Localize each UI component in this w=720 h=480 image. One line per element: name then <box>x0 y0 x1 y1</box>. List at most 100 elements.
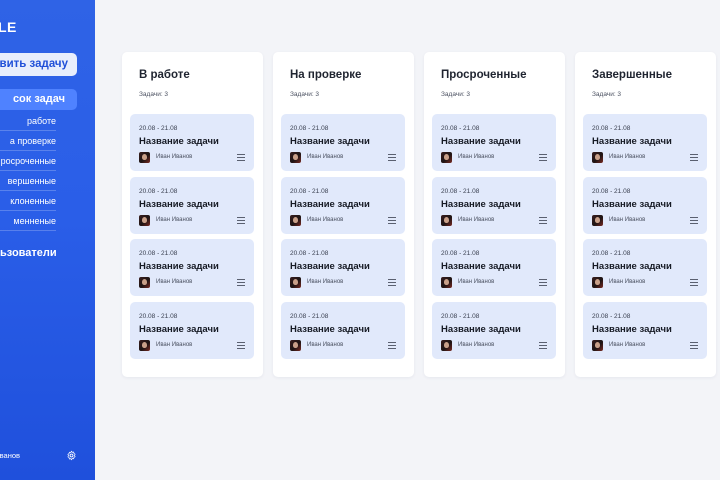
task-title: Название задачи <box>290 324 370 335</box>
subnav-item-cancelled[interactable]: менненые <box>0 211 56 231</box>
avatar <box>592 340 603 351</box>
avatar <box>290 277 301 288</box>
task-card[interactable]: 20.08 - 21.08 Название задачи Иван Иванов <box>130 114 254 171</box>
task-date-range: 20.08 - 21.08 <box>139 250 178 257</box>
subnav-item-overdue[interactable]: росроченные <box>0 151 56 171</box>
task-assignee: Иван Иванов <box>458 279 495 285</box>
task-card[interactable]: 20.08 - 21.08 Название задачи Иван Иванов <box>583 177 707 234</box>
task-title: Название задачи <box>441 199 521 210</box>
avatar <box>290 152 301 163</box>
menu-icon[interactable] <box>690 342 698 349</box>
menu-icon[interactable] <box>690 279 698 286</box>
task-title: Название задачи <box>441 324 521 335</box>
task-title: Название задачи <box>441 136 521 147</box>
menu-icon[interactable] <box>237 154 245 161</box>
task-date-range: 20.08 - 21.08 <box>592 250 631 257</box>
current-user-name: ванов <box>0 451 20 460</box>
menu-icon[interactable] <box>237 342 245 349</box>
task-card[interactable]: 20.08 - 21.08 Название задачи Иван Иванов <box>281 177 405 234</box>
task-status-subnav: работе а проверке росроченные вершенные … <box>0 111 56 231</box>
avatar <box>290 215 301 226</box>
sidebar-item-users[interactable]: ьзователи <box>0 247 60 259</box>
task-title: Название задачи <box>139 199 219 210</box>
task-assignee: Иван Иванов <box>307 279 344 285</box>
task-assignee: Иван Иванов <box>458 342 495 348</box>
task-assignee: Иван Иванов <box>307 217 344 223</box>
task-card[interactable]: 20.08 - 21.08 Название задачи Иван Иванов <box>432 239 556 296</box>
task-title: Название задачи <box>139 261 219 272</box>
menu-icon[interactable] <box>690 217 698 224</box>
menu-icon[interactable] <box>237 217 245 224</box>
avatar <box>592 152 603 163</box>
task-card[interactable]: 20.08 - 21.08 Название задачи Иван Иванов <box>130 302 254 359</box>
task-title: Название задачи <box>139 136 219 147</box>
task-date-range: 20.08 - 21.08 <box>139 125 178 132</box>
avatar <box>441 152 452 163</box>
task-card[interactable]: 20.08 - 21.08 Название задачи Иван Иванов <box>432 177 556 234</box>
task-assignee: Иван Иванов <box>609 217 646 223</box>
task-card[interactable]: 20.08 - 21.08 Название задачи Иван Иванов <box>281 114 405 171</box>
task-assignee: Иван Иванов <box>609 154 646 160</box>
task-card[interactable]: 20.08 - 21.08 Название задачи Иван Иванов <box>281 302 405 359</box>
avatar <box>139 152 150 163</box>
task-card[interactable]: 20.08 - 21.08 Название задачи Иван Иванов <box>432 114 556 171</box>
create-task-button[interactable]: авить задачу <box>0 53 77 76</box>
column-title: На проверке <box>290 69 362 81</box>
sidebar: LE авить задачу сок задач работе а прове… <box>0 0 95 480</box>
task-date-range: 20.08 - 21.08 <box>592 125 631 132</box>
menu-icon[interactable] <box>237 279 245 286</box>
task-title: Название задачи <box>592 261 672 272</box>
avatar <box>139 215 150 226</box>
avatar <box>290 340 301 351</box>
task-date-range: 20.08 - 21.08 <box>290 125 329 132</box>
menu-icon[interactable] <box>388 279 396 286</box>
avatar <box>592 215 603 226</box>
avatar <box>592 277 603 288</box>
avatar <box>441 340 452 351</box>
column-title: Завершенные <box>592 69 673 81</box>
menu-icon[interactable] <box>690 154 698 161</box>
menu-icon[interactable] <box>539 217 547 224</box>
task-card[interactable]: 20.08 - 21.08 Название задачи Иван Иванов <box>583 239 707 296</box>
task-card[interactable]: 20.08 - 21.08 Название задачи Иван Иванов <box>432 302 556 359</box>
subnav-item-completed[interactable]: вершенные <box>0 171 56 191</box>
subnav-item-on-review[interactable]: а проверке <box>0 131 56 151</box>
menu-icon[interactable] <box>539 154 547 161</box>
task-assignee: Иван Иванов <box>609 342 646 348</box>
avatar <box>441 215 452 226</box>
gear-icon[interactable] <box>66 450 77 461</box>
task-card[interactable]: 20.08 - 21.08 Название задачи Иван Иванов <box>130 177 254 234</box>
task-title: Название задачи <box>290 199 370 210</box>
task-card[interactable]: 20.08 - 21.08 Название задачи Иван Иванов <box>583 114 707 171</box>
task-card[interactable]: 20.08 - 21.08 Название задачи Иван Иванов <box>583 302 707 359</box>
task-date-range: 20.08 - 21.08 <box>290 188 329 195</box>
task-assignee: Иван Иванов <box>458 217 495 223</box>
subnav-item-rejected[interactable]: клоненные <box>0 191 56 211</box>
task-card[interactable]: 20.08 - 21.08 Название задачи Иван Иванов <box>281 239 405 296</box>
app-logo: LE <box>0 19 17 35</box>
menu-icon[interactable] <box>539 279 547 286</box>
task-assignee: Иван Иванов <box>609 279 646 285</box>
menu-icon[interactable] <box>388 154 396 161</box>
menu-icon[interactable] <box>539 342 547 349</box>
task-title: Название задачи <box>139 324 219 335</box>
task-date-range: 20.08 - 21.08 <box>441 188 480 195</box>
column-title: Просроченные <box>441 69 527 81</box>
task-assignee: Иван Иванов <box>156 279 193 285</box>
task-date-range: 20.08 - 21.08 <box>290 250 329 257</box>
task-title: Название задачи <box>290 136 370 147</box>
task-card[interactable]: 20.08 - 21.08 Название задачи Иван Иванов <box>130 239 254 296</box>
menu-icon[interactable] <box>388 217 396 224</box>
column-task-count: Задачи: 3 <box>139 91 169 98</box>
task-assignee: Иван Иванов <box>307 342 344 348</box>
column-on-review: На проверке Задачи: 3 20.08 - 21.08 Названи… <box>273 52 414 377</box>
menu-icon[interactable] <box>388 342 396 349</box>
column-completed: Завершенные Задачи: 3 20.08 - 21.08 Названи… <box>575 52 716 377</box>
subnav-item-in-progress[interactable]: работе <box>0 111 56 131</box>
task-date-range: 20.08 - 21.08 <box>139 188 178 195</box>
task-date-range: 20.08 - 21.08 <box>592 313 631 320</box>
task-date-range: 20.08 - 21.08 <box>441 250 480 257</box>
task-assignee: Иван Иванов <box>156 342 193 348</box>
sidebar-item-task-list[interactable]: сок задач <box>0 89 77 110</box>
task-title: Название задачи <box>290 261 370 272</box>
